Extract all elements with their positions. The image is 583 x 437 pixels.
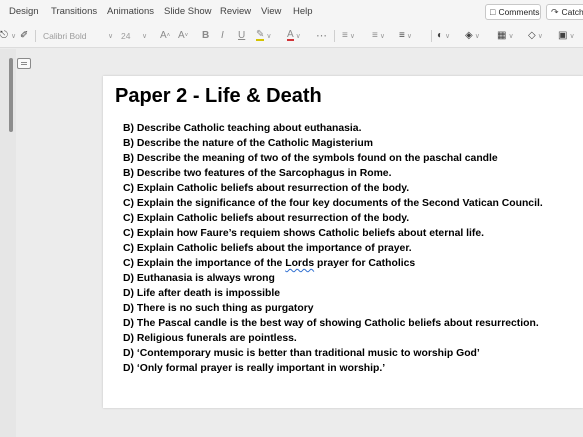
format-painter-icon[interactable]: ✐: [20, 28, 28, 43]
list-item: D) There is no such thing as purgatory: [123, 303, 314, 314]
slide-thumbnail-pane: [0, 49, 16, 437]
menu-bar: Design Transitions Animations Slide Show…: [0, 0, 583, 24]
menu-animations[interactable]: Animations: [107, 6, 154, 17]
list-item: D) The Pascal candle is the best way of …: [123, 318, 539, 329]
list-item: B) Describe the meaning of two of the sy…: [123, 153, 498, 164]
italic-icon[interactable]: I: [221, 28, 224, 43]
slide-canvas[interactable]: Paper 2 - Life & Death B) Describe Catho…: [103, 76, 583, 408]
slide-thumbnail-icon[interactable]: [17, 58, 31, 69]
menu-transitions[interactable]: Transitions: [51, 6, 97, 17]
increase-font-size-icon[interactable]: A ˄: [160, 28, 170, 43]
list-item: C) Explain how Faure’s requiem shows Cat…: [123, 228, 485, 239]
formatting-toolbar: ⎋ ∨ ✐ Calibri Bold ∨ 24 ∨ A ˄ A ˅ B I U ✎ ∨…: [0, 24, 583, 48]
font-size-select[interactable]: 24 ∨: [121, 29, 151, 43]
arrange-icon[interactable]: ▣ ∨: [558, 28, 575, 43]
list-item: C) Explain the significance of the four …: [123, 198, 543, 209]
list-item-with-spelling: C) Explain the importance of the Lords p…: [123, 256, 543, 271]
menu-design[interactable]: Design: [9, 6, 39, 17]
catch-up-icon: ↷: [551, 6, 559, 17]
list-item: B) Describe the nature of the Catholic M…: [123, 138, 373, 149]
menu-review[interactable]: Review: [220, 6, 251, 17]
font-color-icon[interactable]: A ∨: [287, 28, 301, 43]
chevron-down-icon: ∨: [108, 33, 114, 40]
menu-view[interactable]: View: [261, 6, 281, 17]
comments-label: Comments: [498, 7, 540, 17]
numbering-icon[interactable]: ≡ ∨: [372, 28, 385, 43]
spelling-error-word[interactable]: Lords: [285, 258, 314, 269]
toolbar-divider: [334, 30, 335, 42]
shape-fill-icon[interactable]: ◈ ∨: [465, 28, 480, 43]
toolbar-divider: [35, 30, 36, 42]
bullets-icon[interactable]: ≡ ∨: [342, 28, 355, 43]
menu-slide-show[interactable]: Slide Show: [164, 6, 212, 17]
more-options-icon[interactable]: ⋯: [316, 28, 327, 43]
paste-icon[interactable]: ⎋: [0, 28, 8, 43]
menu-help[interactable]: Help: [293, 6, 313, 17]
comment-icon: □: [490, 7, 496, 17]
list-item: D) Life after death is impossible: [123, 288, 281, 299]
font-size-value: 24: [121, 31, 131, 41]
list-item: B) Describe two features of the Sarcopha…: [123, 168, 392, 179]
bold-icon[interactable]: B: [202, 28, 209, 43]
toolbar-divider: [431, 30, 432, 42]
list-item: B) Describe Catholic teaching about euth…: [123, 123, 362, 134]
list-item: C) Explain Catholic beliefs about the im…: [123, 243, 412, 254]
theme-icon[interactable]: ◇ ∨: [528, 28, 543, 43]
slide-title[interactable]: Paper 2 - Life & Death: [115, 85, 322, 108]
catch-up-label: Catch: [561, 7, 583, 17]
highlight-color-icon[interactable]: ✎ ∨: [256, 28, 272, 43]
font-name-select[interactable]: Calibri Bold ∨: [43, 29, 115, 43]
list-item-text: C) Explain the importance of the: [123, 258, 286, 269]
thumbnail-scrollbar[interactable]: [9, 58, 13, 132]
list-item: C) Explain Catholic beliefs about resurr…: [123, 183, 410, 194]
list-item: D) Religious funerals are pointless.: [123, 333, 297, 344]
list-item: C) Explain Catholic beliefs about resurr…: [123, 213, 410, 224]
chevron-down-icon: ∨: [142, 33, 148, 40]
list-item: D) ‘Only formal prayer is really importa…: [123, 363, 386, 374]
catch-up-button[interactable]: ↷ Catch: [546, 4, 583, 20]
list-item-text: prayer for Catholics: [314, 258, 416, 269]
underline-icon[interactable]: U: [238, 28, 245, 43]
question-list[interactable]: B) Describe Catholic teaching about euth…: [123, 121, 543, 376]
paste-dropdown-icon[interactable]: ∨: [9, 28, 16, 43]
shapes-icon[interactable]: ◐ ∨: [437, 28, 450, 43]
list-item: D) ‘Contemporary music is better than tr…: [123, 348, 480, 359]
picture-icon[interactable]: ▦ ∨: [497, 28, 514, 43]
list-item: D) Euthanasia is always wrong: [123, 273, 275, 284]
font-name-value: Calibri Bold: [43, 31, 87, 41]
comments-button[interactable]: □ Comments: [485, 4, 541, 20]
decrease-font-size-icon[interactable]: A ˅: [178, 28, 188, 43]
align-icon[interactable]: ≡ ∨: [399, 28, 412, 43]
